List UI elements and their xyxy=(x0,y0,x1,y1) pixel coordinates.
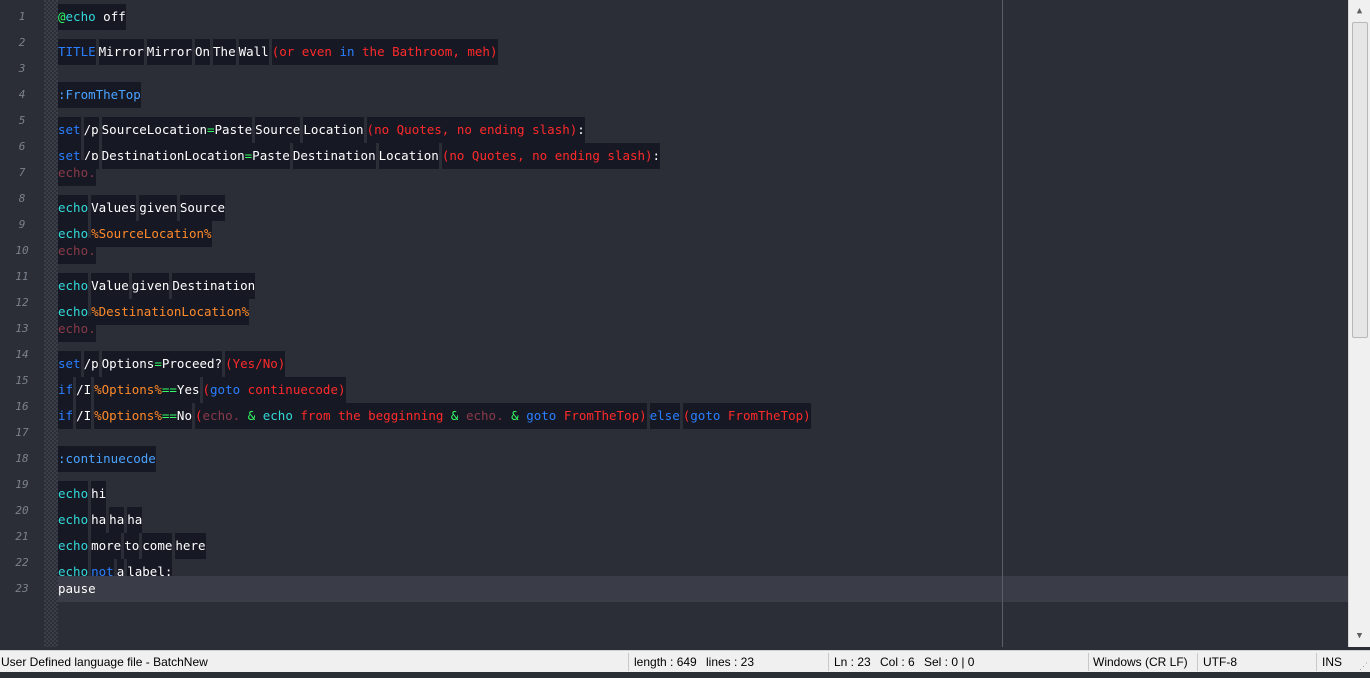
status-lines: lines : 23 xyxy=(706,655,755,669)
code-line[interactable]: echo hi xyxy=(58,472,1348,507)
code-line[interactable]: echo. xyxy=(58,160,1348,186)
code-line[interactable]: set/p DestinationLocation=Paste Destinatio… xyxy=(58,134,1348,169)
line-number[interactable]: 22 xyxy=(0,550,44,576)
line-number-gutter[interactable]: 1 2 3 4 5 6 7 8 9 10 11 12 13 14 15 16 17 18 19 20 21 22 23 xyxy=(0,4,44,602)
status-length: length : 649 xyxy=(634,655,697,669)
code-token: :continuecode xyxy=(58,446,156,472)
code-line[interactable]: echo %SourceLocation% xyxy=(58,212,1348,247)
status-insert-mode[interactable]: INS xyxy=(1322,651,1342,673)
scrollbar-thumb[interactable] xyxy=(1352,22,1368,338)
code-line[interactable]: echo %DestinationLocation% xyxy=(58,290,1348,325)
code-token: off xyxy=(95,4,126,30)
line-number[interactable]: 1 xyxy=(0,4,44,30)
code-token: :FromTheTop xyxy=(58,82,141,108)
code-token: echo. xyxy=(58,316,96,342)
line-number[interactable]: 6 xyxy=(0,134,44,160)
code-line[interactable]: set/p Options=Proceed? (Yes/No) xyxy=(58,342,1348,377)
line-number[interactable]: 21 xyxy=(0,524,44,550)
line-number[interactable]: 20 xyxy=(0,498,44,524)
code-line[interactable]: if/I %Options%==Yes (goto continuecode) xyxy=(58,368,1348,403)
code-token: echo. xyxy=(58,238,96,264)
edge-column-marker xyxy=(1002,0,1003,647)
line-number[interactable]: 23 xyxy=(0,576,44,602)
status-col: Col : 6 xyxy=(880,655,915,669)
code-line[interactable]: pause xyxy=(58,576,1348,602)
status-language: User Defined language file - BatchNew xyxy=(1,655,208,669)
line-number[interactable]: 8 xyxy=(0,186,44,212)
code-line[interactable]: echo. xyxy=(58,316,1348,342)
code-line[interactable]: echo Values given Source xyxy=(58,186,1348,221)
code-token: pause xyxy=(58,581,96,596)
scroll-up-arrow-icon[interactable]: ▲ xyxy=(1349,2,1370,20)
status-divider xyxy=(1197,653,1198,671)
code-line[interactable]: if/I %Options%==No (echo. & echo from the … xyxy=(58,394,1348,429)
code-line[interactable] xyxy=(58,56,1348,82)
status-divider xyxy=(828,653,829,671)
code-line[interactable]: echo more to come here xyxy=(58,524,1348,559)
window-bottom-edge xyxy=(0,672,1370,678)
status-divider xyxy=(628,653,629,671)
vertical-scrollbar[interactable]: ▲ ▼ xyxy=(1348,0,1370,647)
status-divider xyxy=(1088,653,1089,671)
code-line[interactable]: echo Value given Destination xyxy=(58,264,1348,299)
code-line[interactable] xyxy=(58,420,1348,446)
status-encoding[interactable]: UTF-8 xyxy=(1203,651,1237,673)
line-number[interactable]: 11 xyxy=(0,264,44,290)
line-number[interactable]: 14 xyxy=(0,342,44,368)
editor-area[interactable]: 1 2 3 4 5 6 7 8 9 10 11 12 13 14 15 16 17 18 19 20 21 22 23 @e… xyxy=(0,0,1370,647)
line-number[interactable]: 16 xyxy=(0,394,44,420)
line-number[interactable]: 10 xyxy=(0,238,44,264)
code-line[interactable]: set/p SourceLocation=Paste Source Location(… xyxy=(58,108,1348,143)
scroll-down-arrow-icon[interactable]: ▼ xyxy=(1349,627,1370,645)
code-line[interactable]: :continuecode xyxy=(58,446,1348,472)
code-line[interactable]: :FromTheTop xyxy=(58,82,1348,108)
line-number[interactable]: 5 xyxy=(0,108,44,134)
line-number[interactable]: 18 xyxy=(0,446,44,472)
code-token: echo xyxy=(65,4,96,30)
line-number[interactable]: 9 xyxy=(0,212,44,238)
code-line[interactable]: echo not a label: xyxy=(58,550,1348,585)
status-ln: Ln : 23 xyxy=(834,655,871,669)
resize-grip-icon[interactable]: ⋰ xyxy=(1359,661,1368,672)
code-line[interactable]: @echo off xyxy=(58,4,1348,30)
code-token: echo. xyxy=(58,160,96,186)
line-number[interactable]: 2 xyxy=(0,30,44,56)
code-line[interactable]: TITLE Mirror Mirror On The Wall (or even in th… xyxy=(58,30,1348,65)
line-number[interactable]: 13 xyxy=(0,316,44,342)
code-text[interactable]: @echo off TITLE Mirror Mirror On The Wall (or e… xyxy=(58,4,1348,602)
line-number[interactable]: 17 xyxy=(0,420,44,446)
line-number[interactable]: 12 xyxy=(0,290,44,316)
code-line[interactable]: echo ha ha ha xyxy=(58,498,1348,533)
line-number[interactable]: 15 xyxy=(0,368,44,394)
line-number[interactable]: 4 xyxy=(0,82,44,108)
code-line[interactable]: echo. xyxy=(58,238,1348,264)
line-number[interactable]: 19 xyxy=(0,472,44,498)
code-token: @ xyxy=(58,4,66,30)
status-sel: Sel : 0 | 0 xyxy=(924,655,975,669)
line-number[interactable]: 3 xyxy=(0,56,44,82)
status-divider xyxy=(1316,653,1317,671)
status-bar: User Defined language file - BatchNew le… xyxy=(0,650,1370,673)
status-eol[interactable]: Windows (CR LF) xyxy=(1093,651,1188,673)
fold-margin[interactable] xyxy=(44,0,58,647)
line-number[interactable]: 7 xyxy=(0,160,44,186)
